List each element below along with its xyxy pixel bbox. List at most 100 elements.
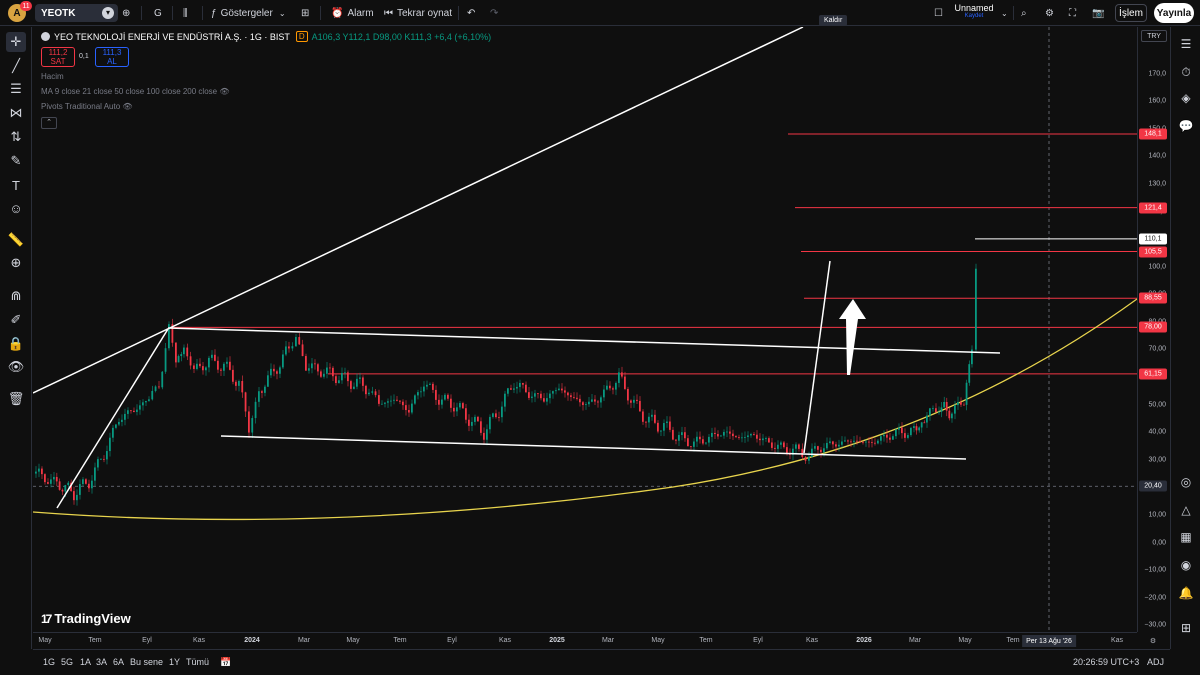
streams-icon[interactable]: ◉ [1177, 556, 1195, 574]
eye-icon[interactable]: 👁 [219, 87, 229, 96]
candle-body [913, 426, 915, 428]
range-button[interactable]: Bu sene [130, 657, 163, 667]
candle-body [462, 403, 464, 409]
candle-body [567, 392, 569, 396]
layout-checkbox-icon[interactable]: ☐ [934, 4, 943, 22]
range-button[interactable]: 1A [80, 657, 91, 667]
candle-body [820, 449, 822, 453]
candle-body [58, 481, 61, 490]
trend-line-icon[interactable]: ╱ [6, 56, 26, 76]
layouts-grid-icon[interactable]: ⊞ [301, 4, 309, 22]
calendar-icon[interactable]: ▦ [1177, 528, 1195, 546]
level-price-tag: 148,1 [1139, 128, 1167, 140]
range-button[interactable]: 3A [96, 657, 107, 667]
indicators-button[interactable]: ƒ Göstergeler ⌄ [211, 4, 286, 22]
forecast-icon[interactable]: ⇅ [6, 127, 26, 147]
lock-drawing-pencil-icon[interactable]: ✐ [6, 310, 26, 330]
eye-icon[interactable]: 👁 [122, 102, 132, 111]
candle-body [91, 480, 93, 489]
legend-collapse-icon[interactable]: ⌃ [41, 117, 57, 129]
candle-body [579, 398, 581, 403]
range-button[interactable]: 5G [61, 657, 73, 667]
candle-body [675, 439, 677, 441]
layout-name[interactable]: Unnamed Kaydet [951, 3, 997, 19]
settings-gear-icon[interactable]: ⚙ [1045, 4, 1054, 22]
candle-body [211, 354, 213, 358]
help-icon[interactable]: ⊞ [1177, 619, 1195, 637]
fullscreen-icon[interactable]: ⛶ [1069, 4, 1076, 22]
price-axis[interactable]: TRY 170,0160,0150,0140,0130,0120,0110,01… [1137, 27, 1170, 632]
watchlist-icon[interactable]: ☰ [1177, 35, 1195, 53]
buy-button[interactable]: 111,3 AL [95, 47, 129, 67]
layers-icon[interactable]: ◈ [1177, 89, 1195, 107]
candle-body [681, 432, 683, 436]
pattern-icon[interactable]: ⋈ [6, 103, 26, 123]
range-button[interactable]: 1G [43, 657, 55, 667]
quick-search-icon[interactable]: ⌕ [1021, 4, 1027, 22]
chart-pane[interactable]: YEO TEKNOLOJİ ENERJİ VE ENDÜSTRİ A.Ş. · … [33, 27, 1137, 632]
replay-button[interactable]: ⏮ Tekrar oynat [384, 4, 452, 22]
indicator-volume[interactable]: Hacim [41, 72, 64, 81]
lock-icon[interactable]: 🔒 [6, 334, 26, 354]
alerts-clock-icon[interactable]: ⏱ [1177, 63, 1195, 81]
candle-body [61, 489, 64, 492]
eye-icon[interactable]: 👁 [6, 357, 26, 377]
adjust-toggle[interactable]: ADJ [1147, 657, 1164, 667]
divider [141, 6, 142, 20]
emoji-icon[interactable]: ☺ [6, 198, 26, 218]
candle-body [390, 400, 392, 402]
camera-icon[interactable]: 📷 [1092, 4, 1104, 22]
date-range-icon[interactable]: 📅 [220, 657, 231, 668]
time-tick-label: Mar [601, 637, 615, 644]
trade-button[interactable]: İşlem [1115, 4, 1147, 22]
ruler-icon[interactable]: 📏 [6, 230, 26, 250]
candle-body [585, 404, 587, 406]
ideas-icon[interactable]: △ [1177, 501, 1195, 519]
notification-badge: 11 [20, 1, 32, 11]
buy-label: AL [107, 57, 117, 66]
symbol-search[interactable]: YEOTK ▾ [35, 4, 118, 22]
compare-add-icon[interactable]: ⊕ [122, 4, 130, 22]
sell-button[interactable]: 111,2 SAT [41, 47, 75, 67]
candle-body [238, 380, 240, 386]
candle-body [654, 414, 656, 423]
magnet-icon[interactable]: ⋒ [6, 286, 26, 306]
clock-readout[interactable]: 20:26:59 UTC+3 [1073, 657, 1139, 667]
range-button[interactable]: Tümü [186, 657, 209, 667]
range-button[interactable]: 6A [113, 657, 124, 667]
brush-icon[interactable]: ✎ [6, 151, 26, 171]
candle-body [600, 397, 602, 403]
candle-body [335, 376, 337, 384]
remove-tooltip[interactable]: Kaldır [819, 15, 848, 26]
candle-type-icon[interactable]: ⫼ [183, 4, 188, 22]
interval-button[interactable]: G [154, 4, 162, 22]
alarm-button[interactable]: ⏰ Alarm [331, 4, 374, 22]
indicator-pivots[interactable]: Pivots Traditional Auto 👁 [41, 102, 133, 111]
notifications-icon[interactable]: 🔔 [1177, 584, 1195, 602]
text-icon[interactable]: T [6, 175, 26, 195]
publish-button[interactable]: Yayınla [1154, 3, 1194, 23]
axis-settings-icon[interactable]: ⚙ [1150, 637, 1156, 645]
candle-body [513, 388, 515, 390]
candle-body [88, 483, 90, 489]
cursor-date-tag: Per 13 Ağu '26 [1022, 635, 1076, 647]
chevron-down-icon[interactable]: ⌄ [1001, 4, 1008, 22]
time-tick-label: Mar [908, 637, 922, 644]
crosshair-icon[interactable]: ✛ [6, 32, 26, 52]
zoom-in-icon[interactable]: ⊕ [6, 253, 26, 273]
indicator-ma[interactable]: MA 9 close 21 close 50 close 100 close 2… [41, 87, 230, 96]
chat-icon[interactable]: 💬 [1177, 117, 1195, 135]
trash-icon[interactable]: 🗑 [6, 389, 26, 409]
redo-icon[interactable]: ↷ [490, 4, 498, 22]
price-chart-svg[interactable] [33, 27, 1137, 632]
range-button[interactable]: 1Y [169, 657, 180, 667]
candle-body [254, 401, 257, 419]
time-tick-label: May [38, 637, 52, 644]
currency-selector[interactable]: TRY [1141, 30, 1167, 42]
fib-levels-icon[interactable]: ☰ [6, 79, 26, 99]
undo-icon[interactable]: ↶ [467, 4, 475, 22]
time-tick-label: Mar [297, 637, 311, 644]
time-axis[interactable]: May Tem Eyl Kas 2024 Mar May Tem Eyl Kas 2025 Mar Ma… [33, 632, 1156, 649]
target-icon[interactable]: ◎ [1177, 473, 1195, 491]
time-tick-label: Tem [1006, 637, 1020, 644]
